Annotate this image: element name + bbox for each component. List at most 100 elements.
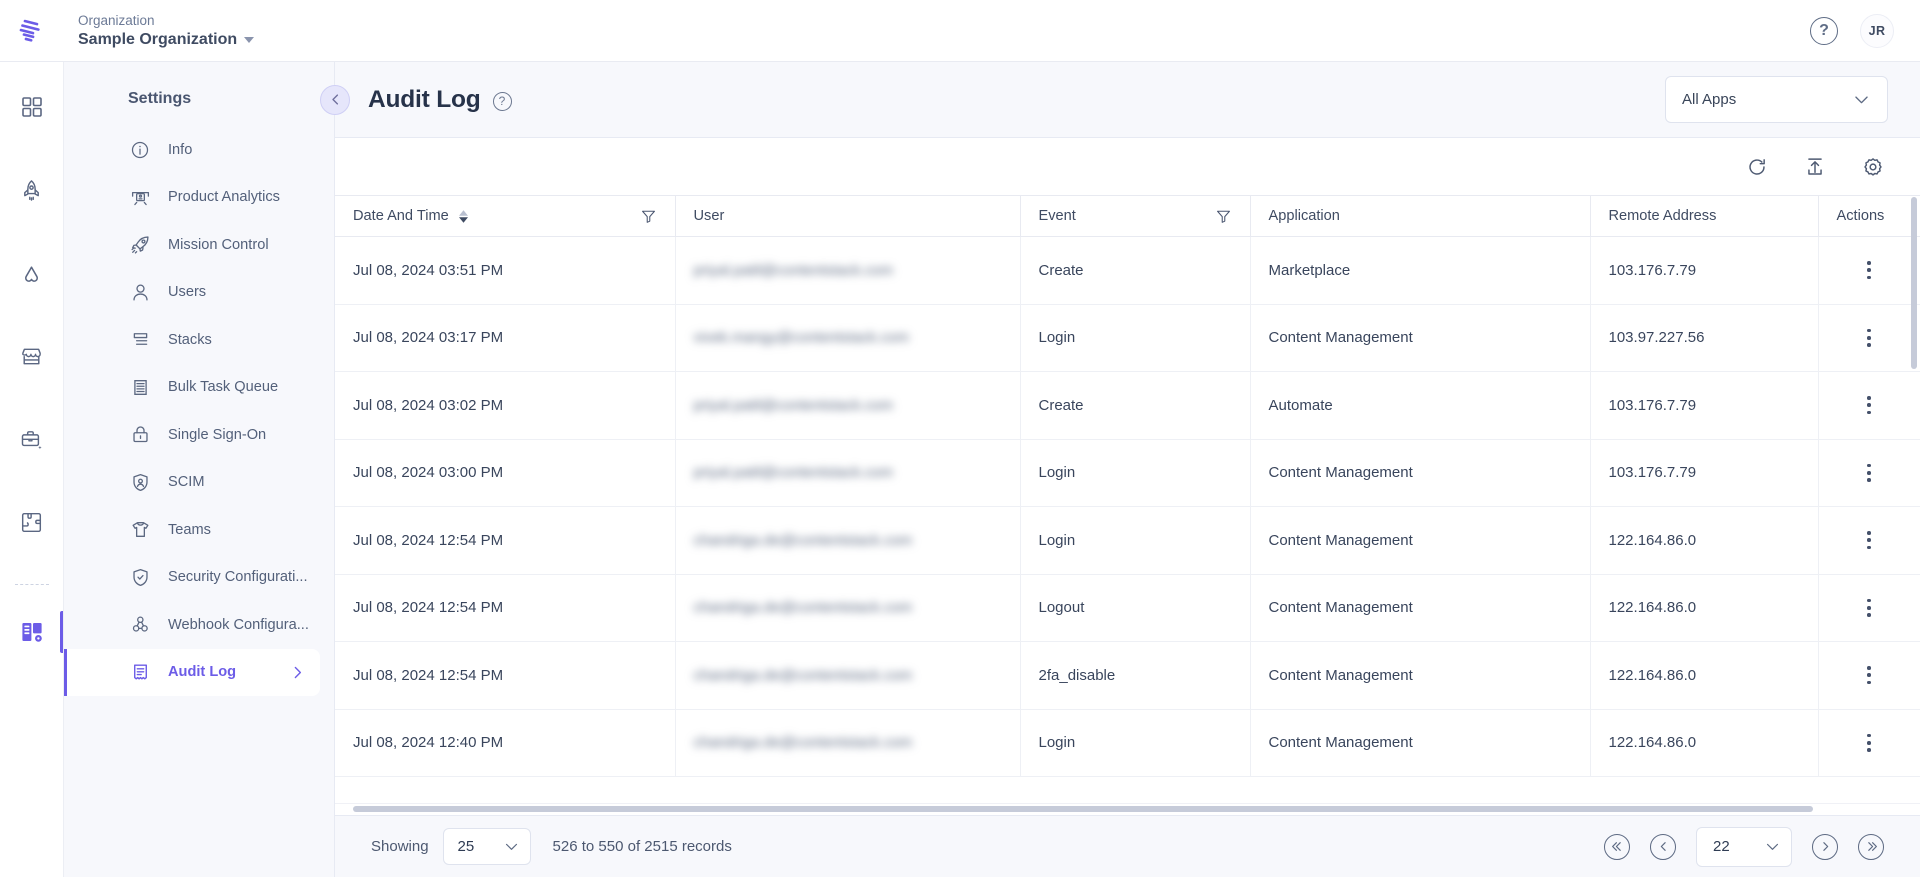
apps-filter-value: All Apps	[1682, 91, 1737, 108]
table-row[interactable]: Jul 08, 2024 03:51 PM priyal.patil@conten…	[335, 236, 1920, 305]
user-email-redacted: vivek.mangy@contentstack.com	[693, 329, 909, 347]
rail-item-personalize[interactable]	[11, 418, 53, 460]
kebab-menu-icon[interactable]	[1859, 396, 1879, 415]
table-row[interactable]: Jul 08, 2024 12:54 PM chandriga.de@conten…	[335, 574, 1920, 642]
next-page-button[interactable]	[1812, 833, 1838, 860]
cell-event: Create	[1020, 371, 1251, 440]
export-upload-icon[interactable]	[1804, 156, 1826, 178]
cell-user: chandriga.de@contentstack.com	[675, 506, 1021, 575]
cell-event: Login	[1020, 506, 1251, 575]
rail-item-apps[interactable]	[11, 501, 53, 543]
cell-remote-address: 103.176.7.79	[1590, 371, 1819, 440]
table-footer: Showing 25 526 to 550 of 2515 records 22	[335, 815, 1920, 877]
kebab-menu-icon[interactable]	[1859, 531, 1879, 550]
sidebar-item-scim[interactable]: SCIM	[64, 459, 334, 507]
lock-icon	[128, 424, 152, 445]
kebab-menu-icon[interactable]	[1859, 598, 1879, 617]
sort-icon[interactable]	[458, 209, 468, 223]
page-size-select[interactable]: 25	[442, 828, 531, 865]
kebab-menu-icon[interactable]	[1859, 666, 1879, 685]
user-icon	[128, 282, 152, 303]
sidebar-item-users[interactable]: Users	[64, 269, 334, 317]
filter-icon[interactable]	[640, 208, 657, 225]
column-header-date-and-time[interactable]: Date And Time	[335, 195, 676, 237]
organization-name: Sample Organization	[78, 30, 238, 48]
cell-actions	[1818, 709, 1920, 777]
kebab-menu-icon[interactable]	[1859, 328, 1879, 347]
cell-application: Content Management	[1250, 304, 1591, 372]
cell-application: Marketplace	[1250, 236, 1591, 305]
pagination-controls: 22	[1604, 826, 1884, 867]
page-number-select[interactable]: 22	[1696, 826, 1792, 867]
sidebar-item-mission-control[interactable]: Mission Control	[64, 221, 334, 269]
chevron-down-icon[interactable]	[244, 37, 255, 43]
column-header-user[interactable]: User	[675, 195, 1021, 237]
previous-page-button[interactable]	[1650, 833, 1676, 860]
sidebar-item-webhook-configuration[interactable]: Webhook Configura...	[64, 601, 334, 649]
sidebar-item-product-analytics[interactable]: Product Analytics	[64, 174, 334, 222]
table-row[interactable]: Jul 08, 2024 03:02 PM priyal.patil@conten…	[335, 371, 1920, 440]
table-row[interactable]: Jul 08, 2024 12:40 PM chandriga.de@conten…	[335, 709, 1920, 777]
cell-event: Create	[1020, 236, 1251, 305]
sidebar-item-label: Security Configurati...	[168, 569, 308, 586]
rail-item-marketplace[interactable]	[11, 335, 53, 377]
table-row[interactable]: Jul 08, 2024 03:17 PM vivek.mangy@content…	[335, 304, 1920, 372]
column-header-application[interactable]: Application	[1250, 195, 1591, 237]
kebab-menu-icon[interactable]	[1859, 733, 1879, 752]
sidebar-item-single-sign-on[interactable]: Single Sign-On	[64, 411, 334, 459]
webhook-icon	[128, 614, 152, 635]
shield-check-icon	[128, 567, 152, 588]
back-button[interactable]	[320, 84, 350, 115]
cell-event: 2fa_disable	[1020, 641, 1251, 710]
sidebar-item-bulk-task-queue[interactable]: Bulk Task Queue	[64, 364, 334, 412]
help-icon[interactable]: ?	[1810, 16, 1838, 45]
list-icon	[128, 377, 152, 398]
filter-icon[interactable]	[1215, 208, 1232, 225]
cell-date-and-time: Jul 08, 2024 12:54 PM	[335, 641, 676, 710]
analytics-icon	[128, 187, 152, 208]
cell-actions	[1818, 304, 1920, 372]
horizontal-scrollbar-track	[335, 803, 1920, 815]
column-header-remote-address[interactable]: Remote Address	[1590, 195, 1819, 237]
kebab-menu-icon[interactable]	[1859, 261, 1879, 280]
column-header-event[interactable]: Event	[1020, 195, 1251, 237]
cell-event: Logout	[1020, 574, 1251, 642]
rail-item-launch[interactable]	[11, 169, 53, 211]
sidebar-item-teams[interactable]: Teams	[64, 506, 334, 554]
apps-filter-select[interactable]: All Apps	[1665, 76, 1888, 123]
rail-item-org-settings[interactable]	[11, 611, 63, 653]
sidebar-item-info[interactable]: Info	[64, 126, 334, 174]
cell-user: chandriga.de@contentstack.com	[675, 641, 1021, 710]
refresh-icon[interactable]	[1746, 156, 1768, 178]
gear-icon[interactable]	[1862, 156, 1884, 178]
rail-item-dashboard[interactable]	[11, 86, 53, 128]
cell-date-and-time: Jul 08, 2024 03:51 PM	[335, 236, 676, 305]
rail-item-automate[interactable]	[11, 252, 53, 294]
table-row[interactable]: Jul 08, 2024 12:54 PM chandriga.de@conten…	[335, 641, 1920, 710]
cell-application: Content Management	[1250, 641, 1591, 710]
kebab-menu-icon[interactable]	[1859, 463, 1879, 482]
top-bar: Organization Sample Organization ? JR	[0, 0, 1920, 62]
rail-active-indicator	[60, 611, 63, 653]
sidebar-item-security-configuration[interactable]: Security Configurati...	[64, 554, 334, 602]
vertical-scrollbar[interactable]	[1911, 197, 1917, 369]
horizontal-scrollbar[interactable]	[353, 806, 1813, 812]
cell-remote-address: 103.97.227.56	[1590, 304, 1819, 372]
table-header: Date And Time User Event Application Rem…	[335, 195, 1920, 237]
sidebar-item-label: Audit Log	[168, 664, 237, 681]
page-body: Settings Info Product Analytics Mission …	[0, 62, 1920, 877]
tshirt-icon	[128, 519, 152, 540]
chevron-right-icon[interactable]	[289, 664, 306, 681]
contentstack-logo-icon[interactable]	[0, 0, 64, 62]
sidebar-item-stacks[interactable]: Stacks	[64, 316, 334, 364]
icon-rail	[0, 62, 64, 877]
first-page-button[interactable]	[1604, 833, 1630, 860]
table-row[interactable]: Jul 08, 2024 03:00 PM priyal.patil@conten…	[335, 439, 1920, 507]
avatar[interactable]: JR	[1860, 13, 1894, 48]
organization-switcher[interactable]: Organization Sample Organization	[64, 12, 255, 50]
sidebar-item-audit-log[interactable]: Audit Log	[64, 648, 320, 696]
last-page-button[interactable]	[1858, 833, 1884, 860]
top-bar-actions: ? JR	[1810, 13, 1920, 48]
table-row[interactable]: Jul 08, 2024 12:54 PM chandriga.de@conten…	[335, 506, 1920, 575]
help-icon[interactable]: ?	[492, 91, 512, 111]
